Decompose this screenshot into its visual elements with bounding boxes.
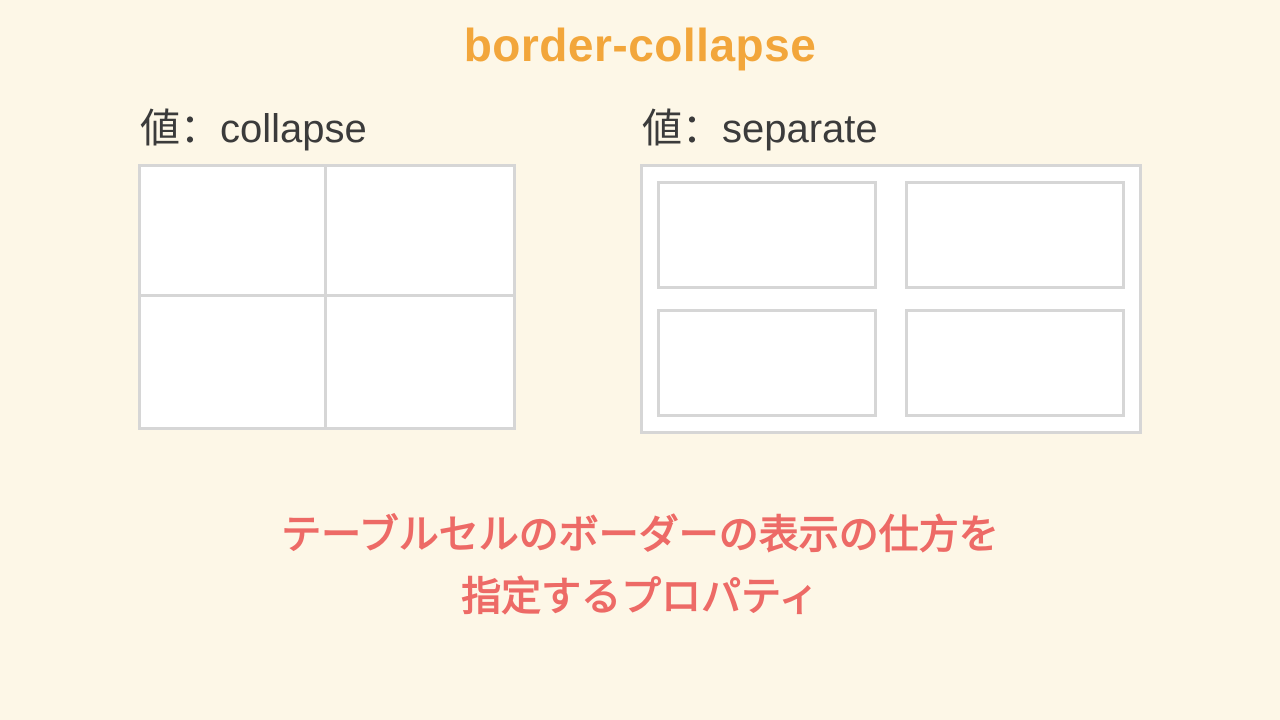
examples-row: 値：collapse 値：separate: [0, 96, 1280, 434]
table-cell: [905, 181, 1125, 289]
slide: border-collapse 値：collapse 値：separate テー…: [0, 0, 1280, 720]
table-cell: [657, 309, 877, 417]
table-cell: [657, 181, 877, 289]
caption: テーブルセルのボーダーの表示の仕方を 指定するプロパティ: [0, 504, 1280, 628]
separate-label: 値：separate: [642, 96, 1142, 154]
table-cell: [327, 167, 513, 297]
caption-line-2: 指定するプロパティ: [0, 566, 1280, 628]
example-separate: 値：separate: [640, 96, 1142, 434]
table-cell: [327, 297, 513, 427]
table-separate: [640, 164, 1142, 434]
table-cell: [905, 309, 1125, 417]
table-cell: [141, 167, 327, 297]
table-cell: [141, 297, 327, 427]
page-title: border-collapse: [0, 18, 1280, 72]
table-collapse: [138, 164, 516, 430]
example-collapse: 値：collapse: [138, 96, 516, 434]
caption-line-1: テーブルセルのボーダーの表示の仕方を: [0, 504, 1280, 566]
collapse-label: 値：collapse: [140, 96, 516, 154]
